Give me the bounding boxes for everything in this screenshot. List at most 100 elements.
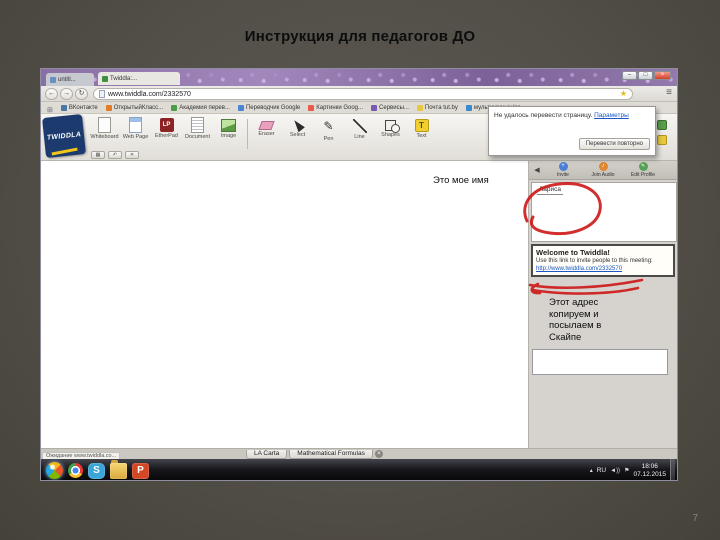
meeting-link[interactable]: http://www.twiddla.com/2332570: [536, 266, 670, 272]
whiteboard-canvas[interactable]: Это мое имя: [41, 161, 528, 448]
forward-button[interactable]: →: [60, 88, 73, 100]
grid-button[interactable]: [91, 151, 105, 159]
user-name-tab[interactable]: Лариса: [537, 186, 563, 195]
language-indicator[interactable]: RU: [597, 467, 606, 474]
tray-expand-icon[interactable]: ▴: [590, 467, 593, 474]
document-icon: [191, 117, 204, 133]
twiddla-logo-text: TWIDDLA: [46, 130, 82, 142]
bookmark-item[interactable]: Картинки Goog...: [308, 104, 363, 111]
tool-eraser[interactable]: Eraser: [251, 117, 282, 137]
url-text: www.twiddla.com/2332570: [108, 90, 191, 98]
translate-retry-button[interactable]: Перевести повторно: [578, 138, 650, 150]
bookmark-icon: [105, 104, 112, 111]
window-controls: – □ ×: [622, 71, 671, 80]
show-desktop-button[interactable]: [670, 459, 675, 480]
sheet-bar: Ожидание www.twiddla.co... LA Carta Math…: [41, 448, 677, 459]
tool-select[interactable]: Select: [282, 117, 313, 138]
bookmark-icon: [371, 104, 378, 111]
bookmark-item[interactable]: Сервисы...: [371, 104, 409, 111]
tab-favicon: [50, 76, 56, 83]
tool-whiteboard[interactable]: Whiteboard: [89, 117, 120, 140]
invite-icon: [558, 162, 568, 171]
toolbar-divider: [247, 119, 248, 149]
skype-taskbar-icon[interactable]: [88, 462, 105, 479]
bookmark-label: Переводчик Google: [245, 104, 301, 111]
sheet-tabs: LA Carta Mathematical Formulas ×: [246, 449, 383, 459]
pencil-icon: [313, 117, 344, 135]
back-button[interactable]: ←: [45, 88, 58, 100]
shapes-icon: [385, 120, 400, 133]
translate-options-link[interactable]: Параметры: [594, 112, 629, 119]
webpage-icon: [129, 117, 142, 133]
bookmark-item[interactable]: ОткрытыйКласс...: [105, 104, 164, 111]
chrome-taskbar-icon[interactable]: [68, 463, 83, 478]
browser-navbar: ← → ↻ www.twiddla.com/2332570 ★ ≡: [41, 86, 677, 102]
twiddla-favicon: [102, 75, 108, 82]
tool-buttons: Whiteboard Web Page EtherPad Document Im…: [89, 117, 437, 149]
address-bar[interactable]: www.twiddla.com/2332570 ★: [93, 88, 633, 100]
bookmark-star-icon[interactable]: ★: [620, 89, 627, 99]
browser-tab-inactive[interactable]: untitl...: [46, 73, 94, 86]
maximize-button[interactable]: □: [638, 71, 653, 80]
formula-icon[interactable]: [657, 120, 667, 130]
tool-webpage[interactable]: Web Page: [120, 117, 151, 140]
clock[interactable]: 18:06 07.12.2015: [633, 463, 666, 479]
tool-text[interactable]: Text: [406, 117, 437, 139]
start-button[interactable]: [46, 462, 63, 479]
bookmark-label: ОткрытыйКласс...: [113, 104, 164, 111]
sheet-tab-la-carta[interactable]: LA Carta: [246, 449, 288, 459]
tool-shapes[interactable]: Shapes: [375, 117, 406, 138]
bookmark-label: ВКонтакте: [68, 104, 98, 111]
refresh-button[interactable]: ↻: [75, 88, 88, 100]
tool-etherpad[interactable]: EtherPad: [151, 117, 182, 139]
twiddla-logo[interactable]: TWIDDLA: [42, 114, 86, 158]
join-audio-button[interactable]: Join Audio: [583, 162, 623, 178]
chat-icon[interactable]: [657, 135, 667, 145]
bookmark-icon: [237, 104, 244, 111]
close-sheet-icon[interactable]: ×: [374, 450, 383, 458]
powerpoint-taskbar-icon[interactable]: [132, 462, 149, 479]
bookmark-item[interactable]: Академия перев...: [171, 104, 230, 111]
tab-title: Twiddla:...: [110, 75, 138, 82]
clear-button[interactable]: [125, 151, 139, 159]
eraser-icon: [258, 121, 275, 130]
line-icon: [352, 119, 367, 133]
clock-date: 07.12.2015: [633, 470, 666, 478]
audio-icon: [598, 162, 608, 171]
profile-icon: [638, 162, 648, 171]
page-icon: [99, 90, 105, 98]
bookmark-item[interactable]: Переводчик Google: [237, 104, 301, 111]
bookmark-item[interactable]: Почта tut.by: [416, 104, 458, 111]
text-bubble-icon: [414, 119, 429, 132]
apps-grid-icon[interactable]: [47, 102, 53, 113]
volume-icon[interactable]: ◄)): [610, 468, 620, 474]
message-input[interactable]: [532, 349, 668, 375]
bookmark-icon: [171, 104, 178, 111]
undo-button[interactable]: [108, 151, 122, 159]
bookmark-item[interactable]: ВКонтакте: [60, 104, 98, 111]
action-center-icon[interactable]: ⚑: [624, 467, 629, 474]
browser-tab-active[interactable]: Twiddla:...: [98, 72, 180, 85]
window-titlebar: untitl... Twiddla:... – □ ×: [41, 69, 677, 86]
collapse-panel-icon[interactable]: ◀: [531, 166, 543, 174]
close-button[interactable]: ×: [654, 71, 671, 80]
tool-document[interactable]: Document: [182, 117, 213, 140]
invite-button[interactable]: Invite: [543, 162, 583, 178]
bookmark-icon: [416, 104, 423, 111]
tool-pen[interactable]: Pen: [313, 117, 344, 142]
browser-screenshot: untitl... Twiddla:... – □ × ← → ↻ www.tw…: [40, 68, 678, 481]
tool-image[interactable]: Image: [213, 117, 244, 139]
bookmark-label: Почта tut.by: [424, 104, 458, 111]
wrench-menu-icon[interactable]: ≡: [666, 87, 672, 98]
explorer-taskbar-icon[interactable]: [110, 459, 127, 479]
tool-line[interactable]: Line: [344, 117, 375, 140]
edit-profile-button[interactable]: Edit Profile: [623, 162, 663, 178]
side-panel: ◀ Invite Join Audio Edit Profile Лариса: [528, 161, 677, 448]
clock-time: 18:06: [641, 462, 658, 470]
minimize-button[interactable]: –: [622, 71, 637, 80]
bookmark-label: Сервисы...: [379, 104, 409, 111]
welcome-title: Welcome to Twiddla!: [536, 248, 610, 257]
taskbar: ▴ RU ◄)) ⚑ 18:06 07.12.2015: [41, 459, 677, 480]
sheet-tab-math[interactable]: Mathematical Formulas: [289, 449, 373, 459]
page-number: 7: [692, 513, 698, 524]
